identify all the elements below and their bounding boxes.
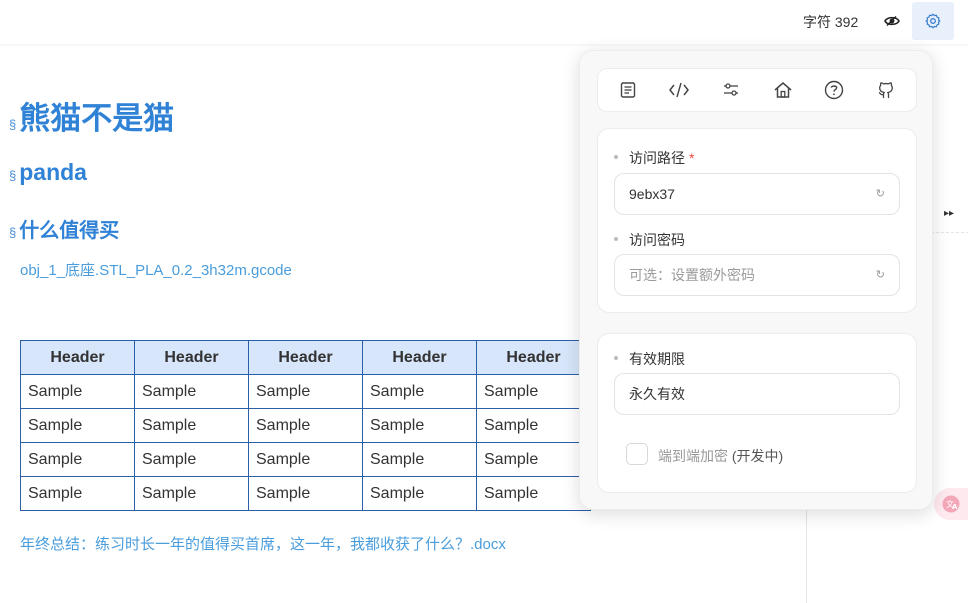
heading-2-text: panda (19, 159, 87, 185)
access-settings-card: 访问路径 * 9ebx37 ↻ 访问密码 可选：设置额外密码 ↻ (597, 128, 917, 313)
table-cell: Sample (134, 374, 249, 409)
heading-anchor[interactable]: § (9, 168, 16, 183)
access-path-value: 9ebx37 (629, 186, 675, 202)
expiry-settings-card: 有效期限 永久有效 端到端加密 (开发中) (597, 333, 917, 493)
translate-icon: 文 A (942, 495, 960, 513)
table-row: Sample Sample Sample Sample Sample (20, 408, 591, 443)
table-cell: Sample (362, 408, 477, 443)
table-row: Sample Sample Sample Sample Sample (20, 374, 591, 409)
access-path-input[interactable]: 9ebx37 ↻ (614, 173, 900, 215)
github-button[interactable] (871, 75, 901, 105)
access-password-placeholder: 可选：设置额外密码 (629, 267, 755, 283)
e2e-encryption-checkbox[interactable] (626, 443, 648, 465)
translate-button[interactable]: 文 A (934, 488, 968, 520)
access-path-label: 访问路径 * (614, 148, 694, 168)
table-cell: Sample (248, 476, 363, 511)
access-password-input[interactable]: 可选：设置额外密码 ↻ (614, 254, 900, 296)
code-icon (669, 82, 690, 98)
table-header-row: Header Header Header Header Header (20, 340, 591, 375)
settings-button[interactable] (912, 2, 954, 40)
table-row: Sample Sample Sample Sample Sample (20, 442, 591, 477)
file-link-gcode[interactable]: obj_1_底座.STL_PLA_0.2_3h32m.gcode (20, 259, 292, 280)
table-cell: Sample (248, 374, 363, 409)
table-header-cell: Header (134, 340, 249, 375)
collapse-panel-icon[interactable]: ▸▸ (944, 208, 954, 219)
sliders-icon (724, 83, 739, 96)
table-cell: Sample (476, 476, 591, 511)
table-cell: Sample (20, 374, 135, 409)
table-cell: Sample (248, 442, 363, 477)
expiry-label: 有效期限 (614, 349, 685, 369)
regenerate-password-icon[interactable]: ↻ (876, 268, 885, 281)
help-icon (825, 80, 844, 100)
word-count: 字符 392 (803, 14, 859, 30)
home-icon (774, 82, 792, 98)
table-header-cell: Header (248, 340, 363, 375)
table-cell: Sample (476, 374, 591, 409)
heading-2: § panda (9, 159, 87, 186)
github-icon (878, 82, 894, 99)
heading-3-text: 什么值得买 (19, 220, 120, 242)
home-button[interactable] (768, 75, 798, 105)
heading-3: § 什么值得买 (9, 214, 119, 243)
eye-icon (884, 16, 900, 26)
data-table: Header Header Header Header Header Sampl… (20, 340, 591, 511)
required-marker: * (689, 150, 695, 166)
table-cell: Sample (20, 476, 135, 511)
expiry-value: 永久有效 (629, 386, 685, 402)
table-row: Sample Sample Sample Sample Sample (20, 476, 591, 511)
heading-anchor[interactable]: § (9, 225, 16, 240)
table-cell: Sample (248, 408, 363, 443)
table-cell: Sample (20, 442, 135, 477)
gear-icon (925, 13, 941, 29)
regenerate-path-icon[interactable]: ↻ (876, 187, 885, 200)
file-link-docx[interactable]: 年终总结：练习时长一年的值得买首席，这一年，我都收获了什么？.docx (20, 533, 506, 554)
popup-toolbar (597, 68, 917, 112)
table-header-cell: Header (362, 340, 477, 375)
table-cell: Sample (134, 408, 249, 443)
heading-anchor[interactable]: § (9, 117, 16, 132)
table-cell: Sample (362, 374, 477, 409)
document-button[interactable] (613, 75, 643, 105)
table-header-cell: Header (476, 340, 591, 375)
table-cell: Sample (476, 408, 591, 443)
code-button[interactable] (664, 75, 694, 105)
table-cell: Sample (362, 442, 477, 477)
document-icon (620, 82, 636, 98)
preview-toggle-button[interactable] (879, 8, 905, 34)
table-cell: Sample (134, 476, 249, 511)
table-cell: Sample (476, 442, 591, 477)
table-cell: Sample (362, 476, 477, 511)
table-cell: Sample (20, 408, 135, 443)
expiry-select[interactable]: 永久有效 (614, 373, 900, 415)
svg-text:A: A (952, 503, 958, 511)
e2e-encryption-label: 端到端加密 (开发中) (658, 448, 784, 464)
help-button[interactable] (819, 75, 849, 105)
options-button[interactable] (716, 75, 746, 105)
table-header-cell: Header (20, 340, 135, 375)
top-bar: 字符 392 (0, 0, 968, 44)
share-settings-popup: 访问路径 * 9ebx37 ↻ 访问密码 可选：设置额外密码 ↻ 有效期限 永久有… (579, 50, 933, 510)
table-cell: Sample (134, 442, 249, 477)
heading-1: §熊猫不是猫 (9, 93, 174, 138)
access-password-label: 访问密码 (614, 230, 685, 250)
heading-1-text: 熊猫不是猫 (19, 101, 175, 136)
